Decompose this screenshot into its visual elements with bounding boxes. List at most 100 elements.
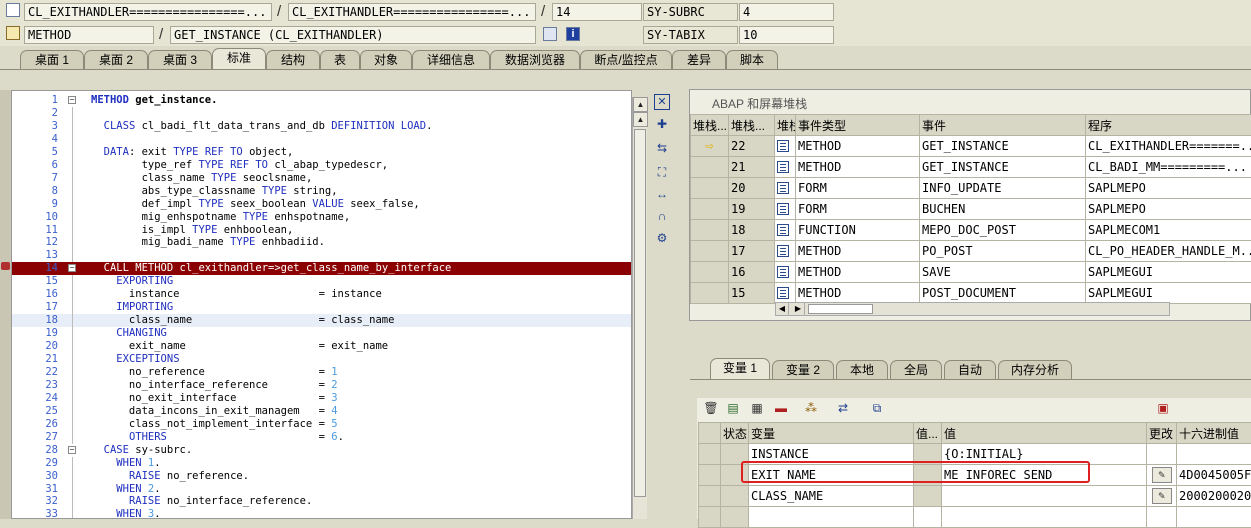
variable-row[interactable]: CLASS_NAME✎2000200020: [699, 486, 1251, 507]
method-field[interactable]: GET_INSTANCE (CL_EXITHANDLER): [170, 26, 536, 44]
stack-detail-cell[interactable]: [775, 283, 796, 304]
code-line[interactable]: 21 EXCEPTIONS: [12, 353, 632, 366]
close-icon[interactable]: ✕: [654, 94, 670, 110]
source-editor[interactable]: 1−METHOD get_instance.23 CLASS cl_badi_f…: [11, 90, 632, 519]
code-line[interactable]: 26 class_not_implement_interface = 5: [12, 418, 632, 431]
stack-detail-icon[interactable]: [777, 245, 789, 257]
var-column-header[interactable]: 更改: [1147, 423, 1177, 444]
stack-detail-icon[interactable]: [777, 224, 789, 236]
settings-icon[interactable]: ⚙: [654, 230, 670, 246]
code-line[interactable]: 2: [12, 107, 632, 120]
stack-column-header[interactable]: 程序: [1086, 115, 1251, 136]
resize-icon[interactable]: ↔: [654, 186, 670, 202]
var-column-header[interactable]: 状态: [721, 423, 749, 444]
stack-row[interactable]: 19FORMBUCHENSAPLMEPO: [691, 199, 1251, 220]
tab-diff[interactable]: 差异: [672, 50, 726, 70]
code-line[interactable]: 22 no_reference = 1: [12, 366, 632, 379]
scroll-thumb[interactable]: [634, 129, 646, 497]
stack-detail-icon[interactable]: [777, 140, 789, 152]
stack-row[interactable]: 15METHODPOST_DOCUMENTSAPLMEGUI: [691, 283, 1251, 304]
code-line[interactable]: 25 data_incons_in_exit_managem = 4: [12, 405, 632, 418]
program-field[interactable]: CL_EXITHANDLER================...: [24, 3, 272, 21]
delete-icon[interactable]: 🗑: [703, 400, 719, 416]
stack-detail-icon[interactable]: [777, 266, 789, 278]
tab-desktop-1[interactable]: 桌面 1: [20, 50, 84, 70]
stack-hscrollbar[interactable]: ◀ ▶: [775, 302, 1170, 316]
tab-objects[interactable]: 对象: [360, 50, 412, 70]
code-line[interactable]: 13: [12, 249, 632, 262]
stack-column-header[interactable]: 堆栈...: [729, 115, 775, 136]
tab-auto[interactable]: 自动: [944, 360, 996, 380]
stack-detail-cell[interactable]: [775, 241, 796, 262]
tab-structure[interactable]: 结构: [266, 50, 320, 70]
code-line[interactable]: 1−METHOD get_instance.: [12, 94, 632, 107]
stack-detail-cell[interactable]: [775, 262, 796, 283]
maximize-icon[interactable]: ⛶: [654, 164, 670, 180]
code-line[interactable]: 12 mig_badi_name TYPE enhbadiid.: [12, 236, 632, 249]
filter-icon[interactable]: ▬: [773, 400, 789, 416]
scroll-up-icon[interactable]: ▲: [633, 97, 648, 112]
stack-column-header[interactable]: 事件类型: [796, 115, 920, 136]
var-change-cell[interactable]: ✎: [1147, 486, 1177, 507]
var-column-header[interactable]: 变量: [749, 423, 914, 444]
code-line[interactable]: 18 class_name = class_name: [12, 314, 632, 327]
code-line[interactable]: 31 WHEN 2.: [12, 483, 632, 496]
breakpoint-icon[interactable]: [1, 262, 10, 270]
transfer-icon[interactable]: ⇄: [835, 400, 851, 416]
stack-scroll-thumb[interactable]: [808, 304, 873, 314]
stack-row[interactable]: 18FUNCTIONMEPO_DOC_POSTSAPLMECOM1: [691, 220, 1251, 241]
code-line[interactable]: 8 abs_type_classname TYPE string,: [12, 185, 632, 198]
code-line[interactable]: 29 WHEN 1.: [12, 457, 632, 470]
var-change-cell[interactable]: [1147, 444, 1177, 465]
pencil-icon[interactable]: ✎: [1152, 488, 1172, 504]
fold-toggle-icon[interactable]: −: [68, 264, 76, 272]
stack-detail-cell[interactable]: [775, 178, 796, 199]
stack-row[interactable]: 17METHODPO_POSTCL_PO_HEADER_HANDLE_M...: [691, 241, 1251, 262]
code-line[interactable]: 6 type_ref TYPE REF TO cl_abap_typedescr…: [12, 159, 632, 172]
tab-data-browser[interactable]: 数据浏览器: [490, 50, 580, 70]
line-number-field[interactable]: 14: [552, 3, 642, 21]
swap-tool-icon[interactable]: ⇆: [654, 140, 670, 156]
type-field[interactable]: METHOD: [24, 26, 154, 44]
code-line[interactable]: 23 no_interface_reference = 2: [12, 379, 632, 392]
tabix-value[interactable]: 10: [739, 26, 834, 44]
save-icon[interactable]: ▣: [1155, 400, 1171, 416]
tab-desktop-3[interactable]: 桌面 3: [148, 50, 212, 70]
editor-scrollbar[interactable]: ▲ ▲: [632, 97, 647, 519]
tab-global[interactable]: 全局: [890, 360, 942, 380]
code-line[interactable]: 33 WHEN 3.: [12, 508, 632, 519]
tab-desktop-2[interactable]: 桌面 2: [84, 50, 148, 70]
stack-row[interactable]: ⇨22METHODGET_INSTANCECL_EXITHANDLER=====…: [691, 136, 1251, 157]
var-column-header[interactable]: 值...: [914, 423, 942, 444]
stack-detail-icon[interactable]: [777, 287, 789, 299]
code-line[interactable]: 30 RAISE no_reference.: [12, 470, 632, 483]
code-line[interactable]: 5 DATA: exit TYPE REF TO object,: [12, 146, 632, 159]
var-value[interactable]: [942, 486, 1147, 507]
group-icon[interactable]: ⁂: [803, 400, 819, 416]
detail-icon[interactable]: ▤: [725, 400, 741, 416]
tab-standard[interactable]: 标准: [212, 48, 266, 70]
var-change-cell[interactable]: ✎: [1147, 465, 1177, 486]
scroll-left-icon[interactable]: ◀: [776, 303, 789, 315]
code-line[interactable]: 16 instance = instance: [12, 288, 632, 301]
code-line[interactable]: 28− CASE sy-subrc.: [12, 444, 632, 457]
breakpoint-gutter[interactable]: [0, 90, 11, 519]
stack-detail-cell[interactable]: [775, 199, 796, 220]
stack-row[interactable]: 20FORMINFO_UPDATESAPLMEPO: [691, 178, 1251, 199]
new-window-icon[interactable]: ⧉: [869, 400, 885, 416]
stack-column-header[interactable]: 事件: [920, 115, 1086, 136]
code-line[interactable]: 32 RAISE no_interface_reference.: [12, 495, 632, 508]
stack-detail-icon[interactable]: [777, 161, 789, 173]
scroll-page-up-icon[interactable]: ▲: [633, 112, 648, 127]
tab-memory-analysis[interactable]: 内存分析: [998, 360, 1072, 380]
code-line[interactable]: 20 exit_name = exit_name: [12, 340, 632, 353]
stack-detail-cell[interactable]: [775, 136, 796, 157]
tab-local[interactable]: 本地: [836, 360, 888, 380]
tab-variables-2[interactable]: 变量 2: [772, 360, 834, 380]
stack-row[interactable]: 21METHODGET_INSTANCECL_BADI_MM=========.…: [691, 157, 1251, 178]
stack-column-header[interactable]: 堆栈...: [691, 115, 729, 136]
pencil-icon[interactable]: ✎: [1152, 467, 1172, 483]
tab-breakpoints[interactable]: 断点/监控点: [580, 50, 672, 70]
tab-details[interactable]: 详细信息: [412, 50, 490, 70]
code-line[interactable]: 19 CHANGING: [12, 327, 632, 340]
